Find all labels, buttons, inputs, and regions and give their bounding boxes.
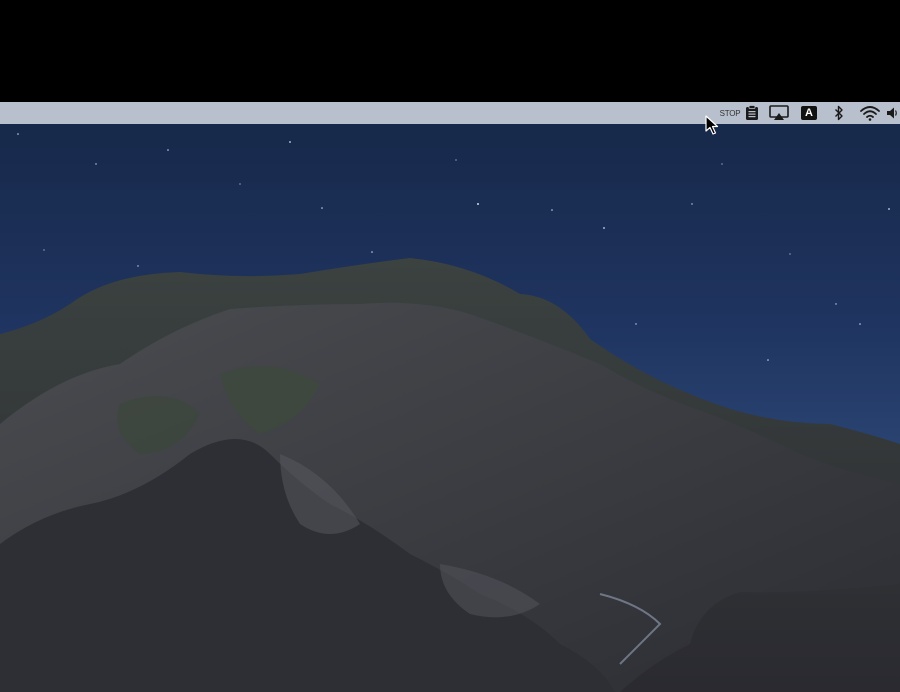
wallpaper-illustration: [0, 133, 900, 692]
volume-icon[interactable]: [886, 102, 898, 124]
input-source-label: A: [801, 106, 817, 120]
menu-bar: STOP A: [0, 102, 900, 124]
menu-bar-status-tray: STOP A: [715, 102, 900, 124]
stop-label: STOP: [719, 108, 741, 118]
screen-top-blackout: [0, 0, 900, 102]
bluetooth-icon[interactable]: [834, 102, 844, 124]
input-source-menu[interactable]: A: [801, 102, 817, 124]
wifi-icon[interactable]: [860, 102, 880, 124]
airplay-icon[interactable]: [769, 102, 789, 124]
clipboard-icon[interactable]: [745, 102, 759, 124]
mouse-cursor-icon: [705, 115, 719, 135]
desktop-wallpaper: [0, 124, 900, 692]
stop-recording-button[interactable]: STOP: [719, 102, 741, 124]
